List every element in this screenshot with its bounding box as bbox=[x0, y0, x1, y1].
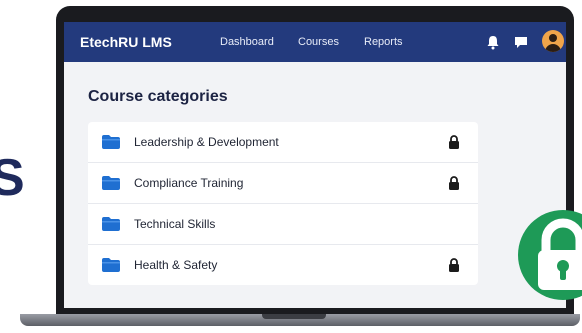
category-label: Health & Safety bbox=[134, 258, 218, 272]
lock-icon bbox=[538, 218, 582, 290]
bell-icon[interactable] bbox=[484, 33, 502, 51]
list-item[interactable]: Technical Skills bbox=[88, 204, 478, 245]
avatar-head bbox=[549, 34, 557, 42]
laptop-notch bbox=[262, 314, 326, 319]
avatar-body bbox=[545, 44, 561, 52]
security-lock-badge bbox=[518, 210, 582, 300]
app-title: EtechRU LMS bbox=[80, 34, 172, 50]
page-title: Course categories bbox=[88, 88, 228, 105]
nav-dashboard[interactable]: Dashboard bbox=[220, 36, 274, 48]
category-label: Technical Skills bbox=[134, 217, 216, 231]
top-navigation-bar: EtechRU LMS Dashboard Courses Reports bbox=[64, 22, 566, 62]
nav-courses[interactable]: Courses bbox=[298, 36, 339, 48]
list-item[interactable]: Compliance Training bbox=[88, 163, 478, 204]
lock-icon bbox=[449, 176, 459, 190]
list-item[interactable]: Leadership & Development bbox=[88, 122, 478, 163]
folder-icon bbox=[102, 217, 120, 231]
lock-icon bbox=[449, 135, 459, 149]
category-label: Compliance Training bbox=[134, 176, 244, 190]
avatar[interactable] bbox=[542, 30, 564, 52]
category-label: Leadership & Development bbox=[134, 135, 279, 149]
chat-icon[interactable] bbox=[512, 33, 530, 51]
list-item[interactable]: Health & Safety bbox=[88, 245, 478, 285]
background-letter: S bbox=[0, 149, 25, 207]
lock-icon bbox=[449, 258, 459, 272]
app-screen: EtechRU LMS Dashboard Courses Reports Co… bbox=[64, 22, 566, 308]
folder-icon bbox=[102, 135, 120, 149]
nav-reports[interactable]: Reports bbox=[364, 36, 403, 48]
folder-icon bbox=[102, 176, 120, 190]
category-list: Leadership & Development Compliance Trai… bbox=[88, 122, 478, 285]
folder-icon bbox=[102, 258, 120, 272]
